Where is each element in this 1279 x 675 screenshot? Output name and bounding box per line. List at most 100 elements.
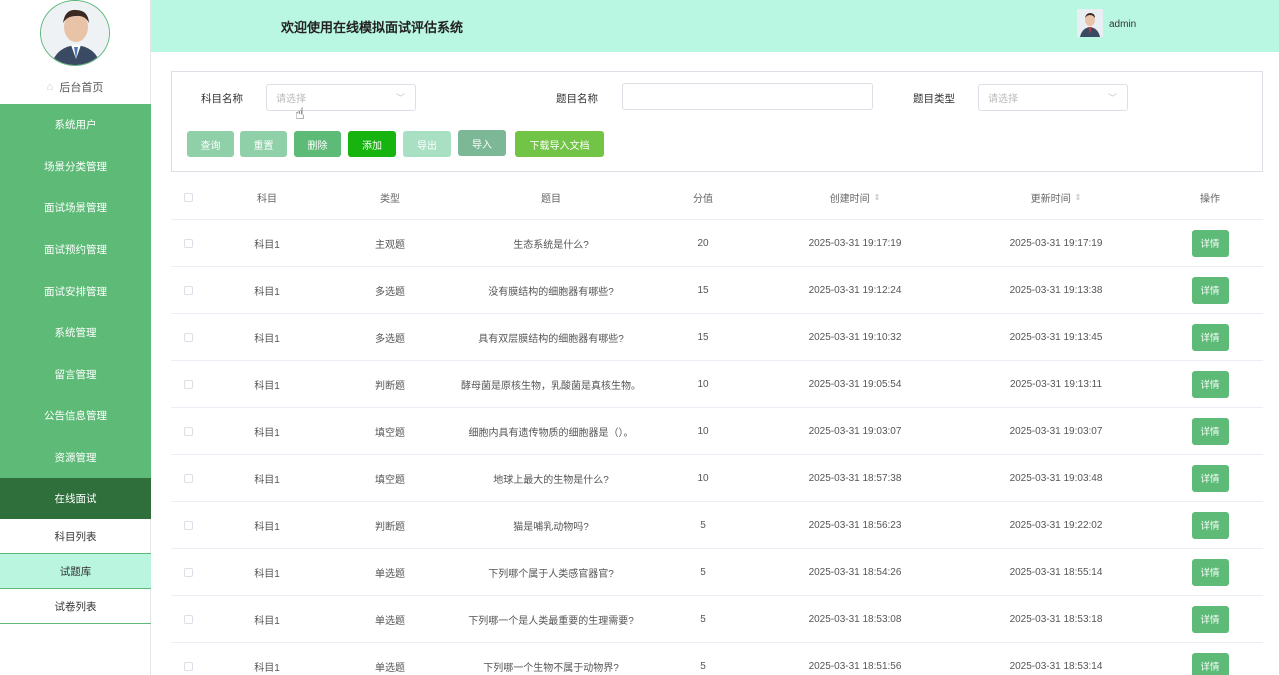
sort-icon[interactable]: ⇕ bbox=[1075, 193, 1082, 202]
detail-button[interactable]: 详情 bbox=[1191, 417, 1229, 445]
delete-button[interactable]: 删除 bbox=[294, 131, 341, 157]
cell-question: 下列哪个属于人类感官器官? bbox=[488, 568, 614, 580]
user-name[interactable]: admin bbox=[1109, 19, 1136, 30]
table-row[interactable]: 科目1 多选题 具有双层膜结构的细胞器有哪些? 15 2025-03-31 19:10:… bbox=[171, 314, 1263, 361]
detail-button[interactable]: 详情 bbox=[1191, 229, 1229, 257]
cell-updated: 2025-03-31 18:53:14 bbox=[1009, 660, 1103, 672]
column-header-score[interactable]: 分值 bbox=[651, 176, 755, 219]
cell-type: 判断题 bbox=[375, 380, 405, 392]
table-row[interactable]: 科目1 单选题 下列哪个属于人类感官器官? 5 2025-03-31 18:54:26 2… bbox=[171, 549, 1263, 596]
cell-score: 10 bbox=[697, 425, 709, 437]
cell-actions: 详情 bbox=[1157, 643, 1263, 675]
cell-type: 填空题 bbox=[375, 474, 405, 486]
detail-button[interactable]: 详情 bbox=[1191, 276, 1229, 304]
question-table: 科目 类型 题目 分值 创建时间 ⇕ 更新时间 ⇕ 操作 科目1 主观题 生态系统是什么… bbox=[171, 176, 1263, 675]
cell-actions: 详情 bbox=[1157, 502, 1263, 548]
avatar-area bbox=[0, 0, 150, 70]
table-row[interactable]: 科目1 单选题 下列哪一个是人类最重要的生理需要? 5 2025-03-31 18:53… bbox=[171, 596, 1263, 643]
sidebar-item-scene-category[interactable]: 场景分类管理 bbox=[0, 146, 151, 188]
row-checkbox[interactable] bbox=[183, 285, 193, 295]
sidebar-item-resources[interactable]: 资源管理 bbox=[0, 437, 151, 479]
column-header-updated-label: 更新时间 bbox=[1030, 194, 1071, 205]
select-all-checkbox[interactable] bbox=[183, 193, 193, 202]
detail-button[interactable]: 详情 bbox=[1191, 370, 1229, 398]
select-all-cell bbox=[171, 176, 205, 219]
row-checkbox[interactable] bbox=[183, 426, 193, 436]
cell-type: 多选题 bbox=[375, 333, 405, 345]
cell-updated: 2025-03-31 18:53:18 bbox=[1009, 613, 1103, 625]
table-row[interactable]: 科目1 判断题 猫是哺乳动物吗? 5 2025-03-31 18:56:23 2025-0… bbox=[171, 502, 1263, 549]
sidebar-item-announcements[interactable]: 公告信息管理 bbox=[0, 395, 151, 437]
row-checkbox[interactable] bbox=[183, 661, 193, 671]
sidebar-subitem-question-bank[interactable]: 试题库 bbox=[0, 554, 151, 589]
table-row[interactable]: 科目1 判断题 酵母菌是原核生物，乳酸菌是真核生物。 10 2025-03-31 19:… bbox=[171, 361, 1263, 408]
table-row[interactable]: 科目1 填空题 细胞内具有遗传物质的细胞器是（）。 10 2025-03-31 19:0… bbox=[171, 408, 1263, 455]
cell-updated: 2025-03-31 19:13:45 bbox=[1009, 331, 1103, 343]
type-label: 题目类型 bbox=[913, 93, 955, 105]
sidebar: ⌂ 后台首页 系统用户 场景分类管理 面试场景管理 面试预约管理 面试安排管理 … bbox=[0, 0, 151, 675]
row-checkbox[interactable] bbox=[183, 567, 193, 577]
table-row[interactable]: 科目1 填空题 地球上最大的生物是什么? 10 2025-03-31 18:57:38 2… bbox=[171, 455, 1263, 502]
cell-actions: 详情 bbox=[1157, 361, 1263, 407]
sidebar-item-messages[interactable]: 留言管理 bbox=[0, 354, 151, 396]
table-row[interactable]: 科目1 主观题 生态系统是什么? 20 2025-03-31 19:17:19 2025-… bbox=[171, 220, 1263, 267]
cell-updated: 2025-03-31 19:13:38 bbox=[1009, 284, 1103, 296]
column-header-created[interactable]: 创建时间 ⇕ bbox=[755, 176, 955, 219]
row-checkbox[interactable] bbox=[183, 614, 193, 624]
export-button[interactable]: 导出 bbox=[403, 131, 451, 157]
row-checkbox[interactable] bbox=[183, 332, 193, 342]
column-header-type[interactable]: 类型 bbox=[329, 176, 451, 219]
app-title: 欢迎使用在线模拟面试评估系统 bbox=[281, 20, 464, 35]
row-checkbox[interactable] bbox=[183, 238, 193, 248]
sort-icon[interactable]: ⇕ bbox=[874, 193, 881, 202]
subject-select[interactable]: 请选择 ﹀ bbox=[266, 84, 416, 111]
cell-question: 猫是哺乳动物吗? bbox=[513, 521, 589, 533]
query-button[interactable]: 查询 bbox=[187, 131, 234, 157]
cell-question: 地球上最大的生物是什么? bbox=[493, 474, 609, 486]
import-button[interactable]: 导入 bbox=[458, 130, 506, 156]
column-header-actions: 操作 bbox=[1200, 194, 1220, 205]
sidebar-item-interview-schedule[interactable]: 面试安排管理 bbox=[0, 270, 151, 312]
sidebar-item-system-management[interactable]: 系统管理 bbox=[0, 312, 151, 354]
subject-select-placeholder: 请选择 bbox=[276, 94, 306, 105]
column-header-updated[interactable]: 更新时间 ⇕ bbox=[955, 176, 1157, 219]
detail-button[interactable]: 详情 bbox=[1191, 558, 1229, 586]
detail-button[interactable]: 详情 bbox=[1191, 323, 1229, 351]
add-button[interactable]: 添加 bbox=[348, 131, 396, 157]
download-template-button[interactable]: 下载导入文档 bbox=[515, 131, 604, 157]
row-checkbox[interactable] bbox=[183, 473, 193, 483]
cell-subject: 科目1 bbox=[254, 286, 280, 298]
sidebar-subitem-subject-list[interactable]: 科目列表 bbox=[0, 519, 151, 554]
sidebar-item-online-interview[interactable]: 在线面试 bbox=[0, 478, 151, 520]
sidebar-item-system-users[interactable]: 系统用户 bbox=[0, 104, 151, 146]
cell-actions: 详情 bbox=[1157, 596, 1263, 642]
avatar[interactable] bbox=[40, 0, 110, 66]
sidebar-item-interview-booking[interactable]: 面试预约管理 bbox=[0, 229, 151, 271]
sidebar-item-interview-scene[interactable]: 面试场景管理 bbox=[0, 187, 151, 229]
row-checkbox[interactable] bbox=[183, 520, 193, 530]
table-row[interactable]: 科目1 多选题 没有膜结构的细胞器有哪些? 15 2025-03-31 19:12:24… bbox=[171, 267, 1263, 314]
chevron-down-icon: ﹀ bbox=[1107, 93, 1117, 103]
table-row[interactable]: 科目1 单选题 下列哪一个生物不属于动物界? 5 2025-03-31 18:51:56… bbox=[171, 643, 1263, 675]
detail-button[interactable]: 详情 bbox=[1191, 605, 1229, 633]
row-select-cell bbox=[171, 267, 205, 313]
column-header-subject[interactable]: 科目 bbox=[205, 176, 329, 219]
user-avatar[interactable] bbox=[1077, 9, 1103, 37]
question-input[interactable] bbox=[622, 83, 873, 110]
reset-button[interactable]: 重置 bbox=[240, 131, 287, 157]
cell-created: 2025-03-31 19:03:07 bbox=[808, 425, 902, 437]
question-label: 题目名称 bbox=[556, 93, 598, 105]
detail-button[interactable]: 详情 bbox=[1191, 464, 1229, 492]
type-select[interactable]: 请选择 ﹀ bbox=[978, 84, 1128, 111]
cell-subject: 科目1 bbox=[254, 662, 280, 674]
cell-score: 10 bbox=[697, 378, 709, 390]
detail-button[interactable]: 详情 bbox=[1191, 652, 1229, 675]
detail-button[interactable]: 详情 bbox=[1191, 511, 1229, 539]
cell-score: 5 bbox=[700, 660, 706, 672]
type-select-placeholder: 请选择 bbox=[988, 94, 1018, 105]
sidebar-home-link[interactable]: ⌂ 后台首页 bbox=[0, 70, 150, 103]
row-checkbox[interactable] bbox=[183, 379, 193, 389]
sidebar-subitem-paper-list[interactable]: 试卷列表 bbox=[0, 589, 151, 624]
column-header-question[interactable]: 题目 bbox=[451, 176, 651, 219]
sidebar-submenu: 科目列表 试题库 试卷列表 bbox=[0, 519, 151, 624]
